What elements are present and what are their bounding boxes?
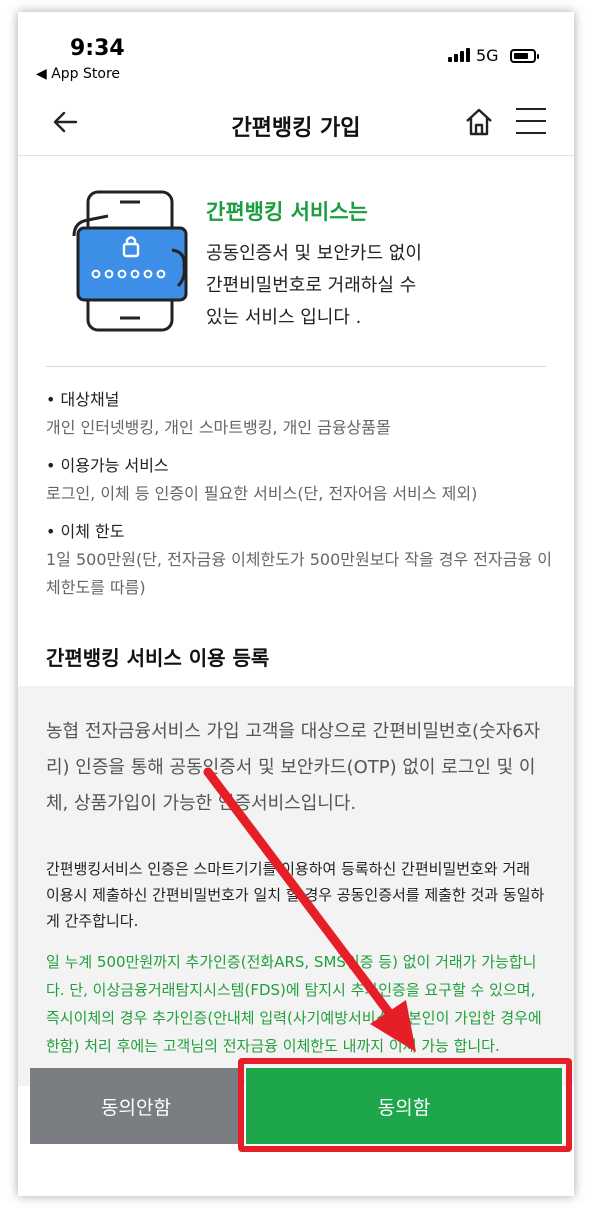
battery-icon: [510, 49, 539, 63]
home-icon[interactable]: [464, 106, 494, 138]
terms-scroll-box[interactable]: 농협 전자금융서비스 가입 고객을 대상으로 간편비밀번호(숫자6자리) 인증을…: [18, 686, 574, 1086]
agree-button[interactable]: 동의함: [246, 1068, 562, 1144]
terms-notice: 일 누계 500만원까지 추가인증(전화ARS, SMS인증 등) 없이 거래가…: [46, 953, 542, 1055]
network-type: 5G: [476, 46, 499, 65]
phone-with-lock-card-icon: [72, 190, 188, 332]
terms-summary: 농협 전자금융서비스 가입 고객을 대상으로 간편비밀번호(숫자6자리) 인증을…: [46, 721, 541, 814]
intro-line: 있는 서비스 입니다 .: [206, 307, 362, 328]
intro-line: 공동인증서 및 보안카드 없이: [206, 243, 422, 264]
intro-line: 간편비밀번호로 거래하실 수: [206, 275, 417, 296]
intro-description: 공동인증서 및 보안카드 없이 간편비밀번호로 거래하실 수 있는 서비스 입니…: [206, 238, 506, 334]
info-label-services: • 이용가능 서비스: [46, 456, 169, 475]
back-to-app-store-link[interactable]: ◀ App Store: [36, 66, 120, 82]
section-divider: [46, 366, 546, 367]
intro-section: 간편뱅킹 서비스는 공동인증서 및 보안카드 없이 간편비밀번호로 거래하실 수…: [18, 160, 574, 370]
disagree-button[interactable]: 동의안함: [30, 1068, 242, 1144]
info-label-channel: • 대상채널: [46, 390, 120, 409]
intro-heading: 간편뱅킹 서비스는: [206, 200, 368, 224]
info-desc-limit: 1일 500만원(단, 전자금융 이체한도가 500만원보다 작을 경우 전자금…: [46, 550, 552, 597]
info-label-limit: • 이체 한도: [46, 522, 125, 541]
phone-screen: 9:34 ◀ App Store 5G 간편뱅킹 가입 간편뱅킹 서비스는 공동…: [18, 12, 574, 1196]
status-time: 9:34: [70, 36, 125, 61]
hamburger-menu-icon[interactable]: [516, 108, 546, 136]
status-bar: 9:34 ◀ App Store 5G: [18, 12, 574, 84]
registration-title: 간편뱅킹 서비스 이용 등록: [46, 646, 270, 670]
top-nav-bar: 간편뱅킹 가입: [18, 92, 574, 156]
info-desc-channel: 개인 인터넷뱅킹, 개인 스마트뱅킹, 개인 금융상품몰: [46, 418, 391, 437]
info-desc-services: 로그인, 이체 등 인증이 필요한 서비스(단, 전자어음 서비스 제외): [46, 484, 478, 503]
signal-icon: [448, 48, 470, 62]
service-info-list: • 대상채널 개인 인터넷뱅킹, 개인 스마트뱅킹, 개인 금융상품몰 • 이용…: [46, 380, 556, 602]
terms-detail: 간편뱅킹서비스 인증은 스마트기기를 이용하여 등록하신 간편비밀번호와 거래 …: [46, 860, 545, 930]
